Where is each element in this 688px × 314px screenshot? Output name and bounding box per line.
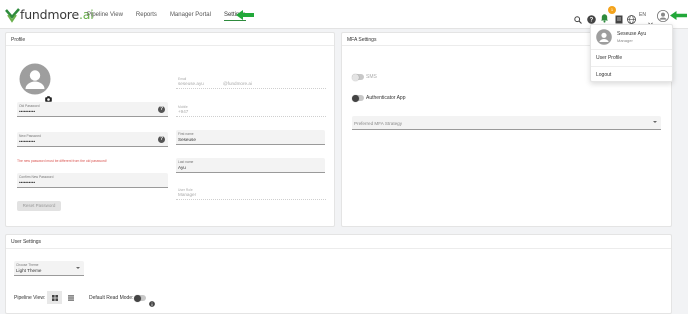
divider	[6, 248, 671, 249]
mfa-strategy-placeholder: Preferred MFA Strategy	[354, 121, 402, 126]
list-icon	[67, 294, 74, 301]
search-icon[interactable]	[574, 11, 582, 29]
authenticator-app-toggle[interactable]	[352, 94, 364, 102]
default-read-mode-toggle[interactable]	[134, 294, 146, 302]
mobile-field[interactable]: Mobile +947	[176, 103, 326, 117]
old-password-label: Old Password	[19, 104, 40, 108]
annotation-arrow-icon	[670, 11, 687, 20]
list-view-button[interactable]	[63, 291, 78, 304]
menu-item-logout[interactable]: Logout	[596, 72, 611, 78]
mfa-title: MFA Settings	[347, 37, 377, 43]
email-field[interactable]: Email seseuse.ayu @fundmore.ai	[176, 75, 326, 89]
first-name-label: First name	[178, 132, 194, 136]
divider	[591, 49, 672, 50]
divider	[6, 45, 334, 46]
grid-view-button[interactable]	[47, 291, 62, 304]
last-name-value: Ayu	[178, 165, 186, 170]
fundmore-logo-icon	[5, 8, 20, 23]
help-icon[interactable]: ?	[158, 106, 165, 113]
pipeline-view-label: Pipeline View:	[14, 295, 46, 301]
old-password-value: ••••••••••	[19, 109, 36, 114]
chevron-down-icon	[76, 267, 80, 269]
first-name-value: Seseuse	[178, 137, 196, 142]
user-name: Seseuse Ayu	[617, 31, 647, 37]
last-name-label: Last name	[178, 160, 194, 164]
menu-item-user-profile[interactable]: User Profile	[596, 55, 622, 61]
confirm-password-label: Confirm New Password	[19, 175, 54, 179]
help-icon[interactable]: ?	[158, 136, 165, 143]
info-icon[interactable]: i	[149, 294, 155, 312]
mfa-strategy-select[interactable]: Preferred MFA Strategy	[352, 116, 661, 130]
user-role-value: Manager	[178, 192, 197, 197]
user-settings-title: User Settings	[11, 239, 42, 245]
email-value: seseuse.ayu	[178, 81, 204, 86]
svg-text:i: i	[151, 302, 152, 307]
new-password-label: New Password	[19, 134, 41, 138]
grid-icon	[51, 294, 58, 301]
new-password-field[interactable]: New Password •••••••••• ?	[17, 132, 168, 147]
reset-password-button[interactable]: Reset Password	[17, 201, 61, 211]
authenticator-app-label: Authenticator App	[366, 95, 406, 101]
last-name-field[interactable]: Last name Ayu	[176, 158, 325, 173]
confirm-password-field[interactable]: Confirm New Password ••••••••••	[17, 173, 168, 188]
old-password-field[interactable]: Old Password •••••••••• ?	[17, 102, 168, 117]
theme-label: Choose Theme	[16, 263, 39, 267]
new-password-value: ••••••••••	[19, 139, 36, 144]
divider	[591, 66, 672, 67]
main-nav: Pipeline View Reports Manager Portal Set…	[87, 0, 259, 29]
default-read-mode-label: Default Read Mode:	[89, 295, 134, 301]
brand-name: fundmore	[20, 7, 79, 22]
first-name-field[interactable]: First name Seseuse	[176, 130, 325, 145]
theme-value: Light Theme	[16, 268, 42, 273]
nav-pipeline-view[interactable]: Pipeline View	[87, 0, 123, 29]
chevron-down-icon	[653, 121, 657, 123]
user-menu-dropdown: Seseuse Ayu Manager User Profile Logout	[590, 24, 673, 82]
user-role-field: User Role Manager	[176, 186, 326, 200]
top-navigation-bar: fundmore.ai Pipeline View Reports Manage…	[0, 0, 688, 29]
brand-logo[interactable]: fundmore.ai	[5, 7, 94, 23]
theme-select[interactable]: Choose Theme Light Theme	[14, 261, 84, 276]
profile-card: Profile Old Password •••••••••• ? New Pa…	[5, 32, 335, 227]
user-role: Manager	[617, 38, 633, 43]
profile-title: Profile	[11, 37, 26, 43]
sms-label: SMS	[366, 74, 377, 80]
user-avatar-icon	[596, 29, 612, 50]
nav-reports[interactable]: Reports	[136, 0, 157, 29]
mobile-value: +947	[178, 109, 189, 114]
user-settings-card: User Settings Choose Theme Light Theme P…	[5, 234, 672, 314]
annotation-arrow-icon	[236, 10, 254, 20]
language-selector[interactable]: EN	[639, 12, 646, 18]
sms-toggle[interactable]	[352, 73, 364, 81]
password-error-message: The new password must be different from …	[17, 159, 107, 163]
email-domain: @fundmore.ai	[223, 81, 252, 86]
nav-manager-portal[interactable]: Manager Portal	[170, 0, 211, 29]
svg-text:?: ?	[590, 18, 594, 24]
profile-avatar[interactable]	[19, 63, 52, 102]
confirm-password-value: ••••••••••	[19, 180, 36, 185]
